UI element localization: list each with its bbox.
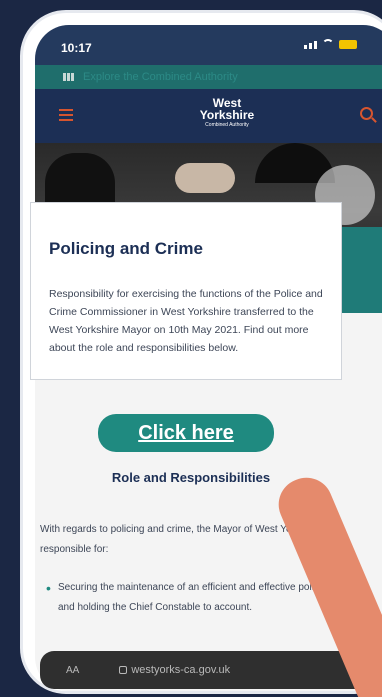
wifi-icon — [322, 39, 334, 49]
explore-bar[interactable]: Explore the Combined Authority — [35, 65, 382, 89]
text-size-button[interactable]: AA — [66, 665, 79, 676]
logo-line-3: Combined Authority — [205, 122, 249, 128]
site-navbar: West Yorkshire Combined Authority — [35, 89, 382, 143]
status-time: 10:17 — [61, 41, 92, 55]
menu-icon[interactable] — [59, 109, 73, 121]
status-bar: 10:17 — [35, 25, 382, 65]
card-title: Policing and Crime — [49, 239, 203, 258]
url-text: westyorks-ca.gov.uk — [131, 664, 231, 676]
hero-shape — [175, 163, 235, 193]
search-icon[interactable] — [360, 107, 373, 120]
click-here-button[interactable]: Click here — [98, 414, 274, 452]
site-logo[interactable]: West Yorkshire Combined Authority — [191, 97, 263, 128]
browser-url-bar[interactable]: AA westyorks-ca.gov.uk — [40, 651, 382, 689]
logo-line-2: Yorkshire — [199, 108, 255, 122]
card-text: Responsibility for exercising the functi… — [49, 288, 323, 354]
grid-icon — [63, 73, 75, 81]
section-title: Role and Responsibilities — [111, 470, 271, 485]
status-icons — [304, 39, 357, 49]
signal-icon — [304, 41, 317, 49]
info-card: Policing and Crime Responsibility for ex… — [30, 202, 342, 380]
battery-icon — [339, 40, 357, 49]
lock-icon — [119, 666, 128, 674]
explore-label: Explore the Combined Authority — [83, 71, 238, 83]
